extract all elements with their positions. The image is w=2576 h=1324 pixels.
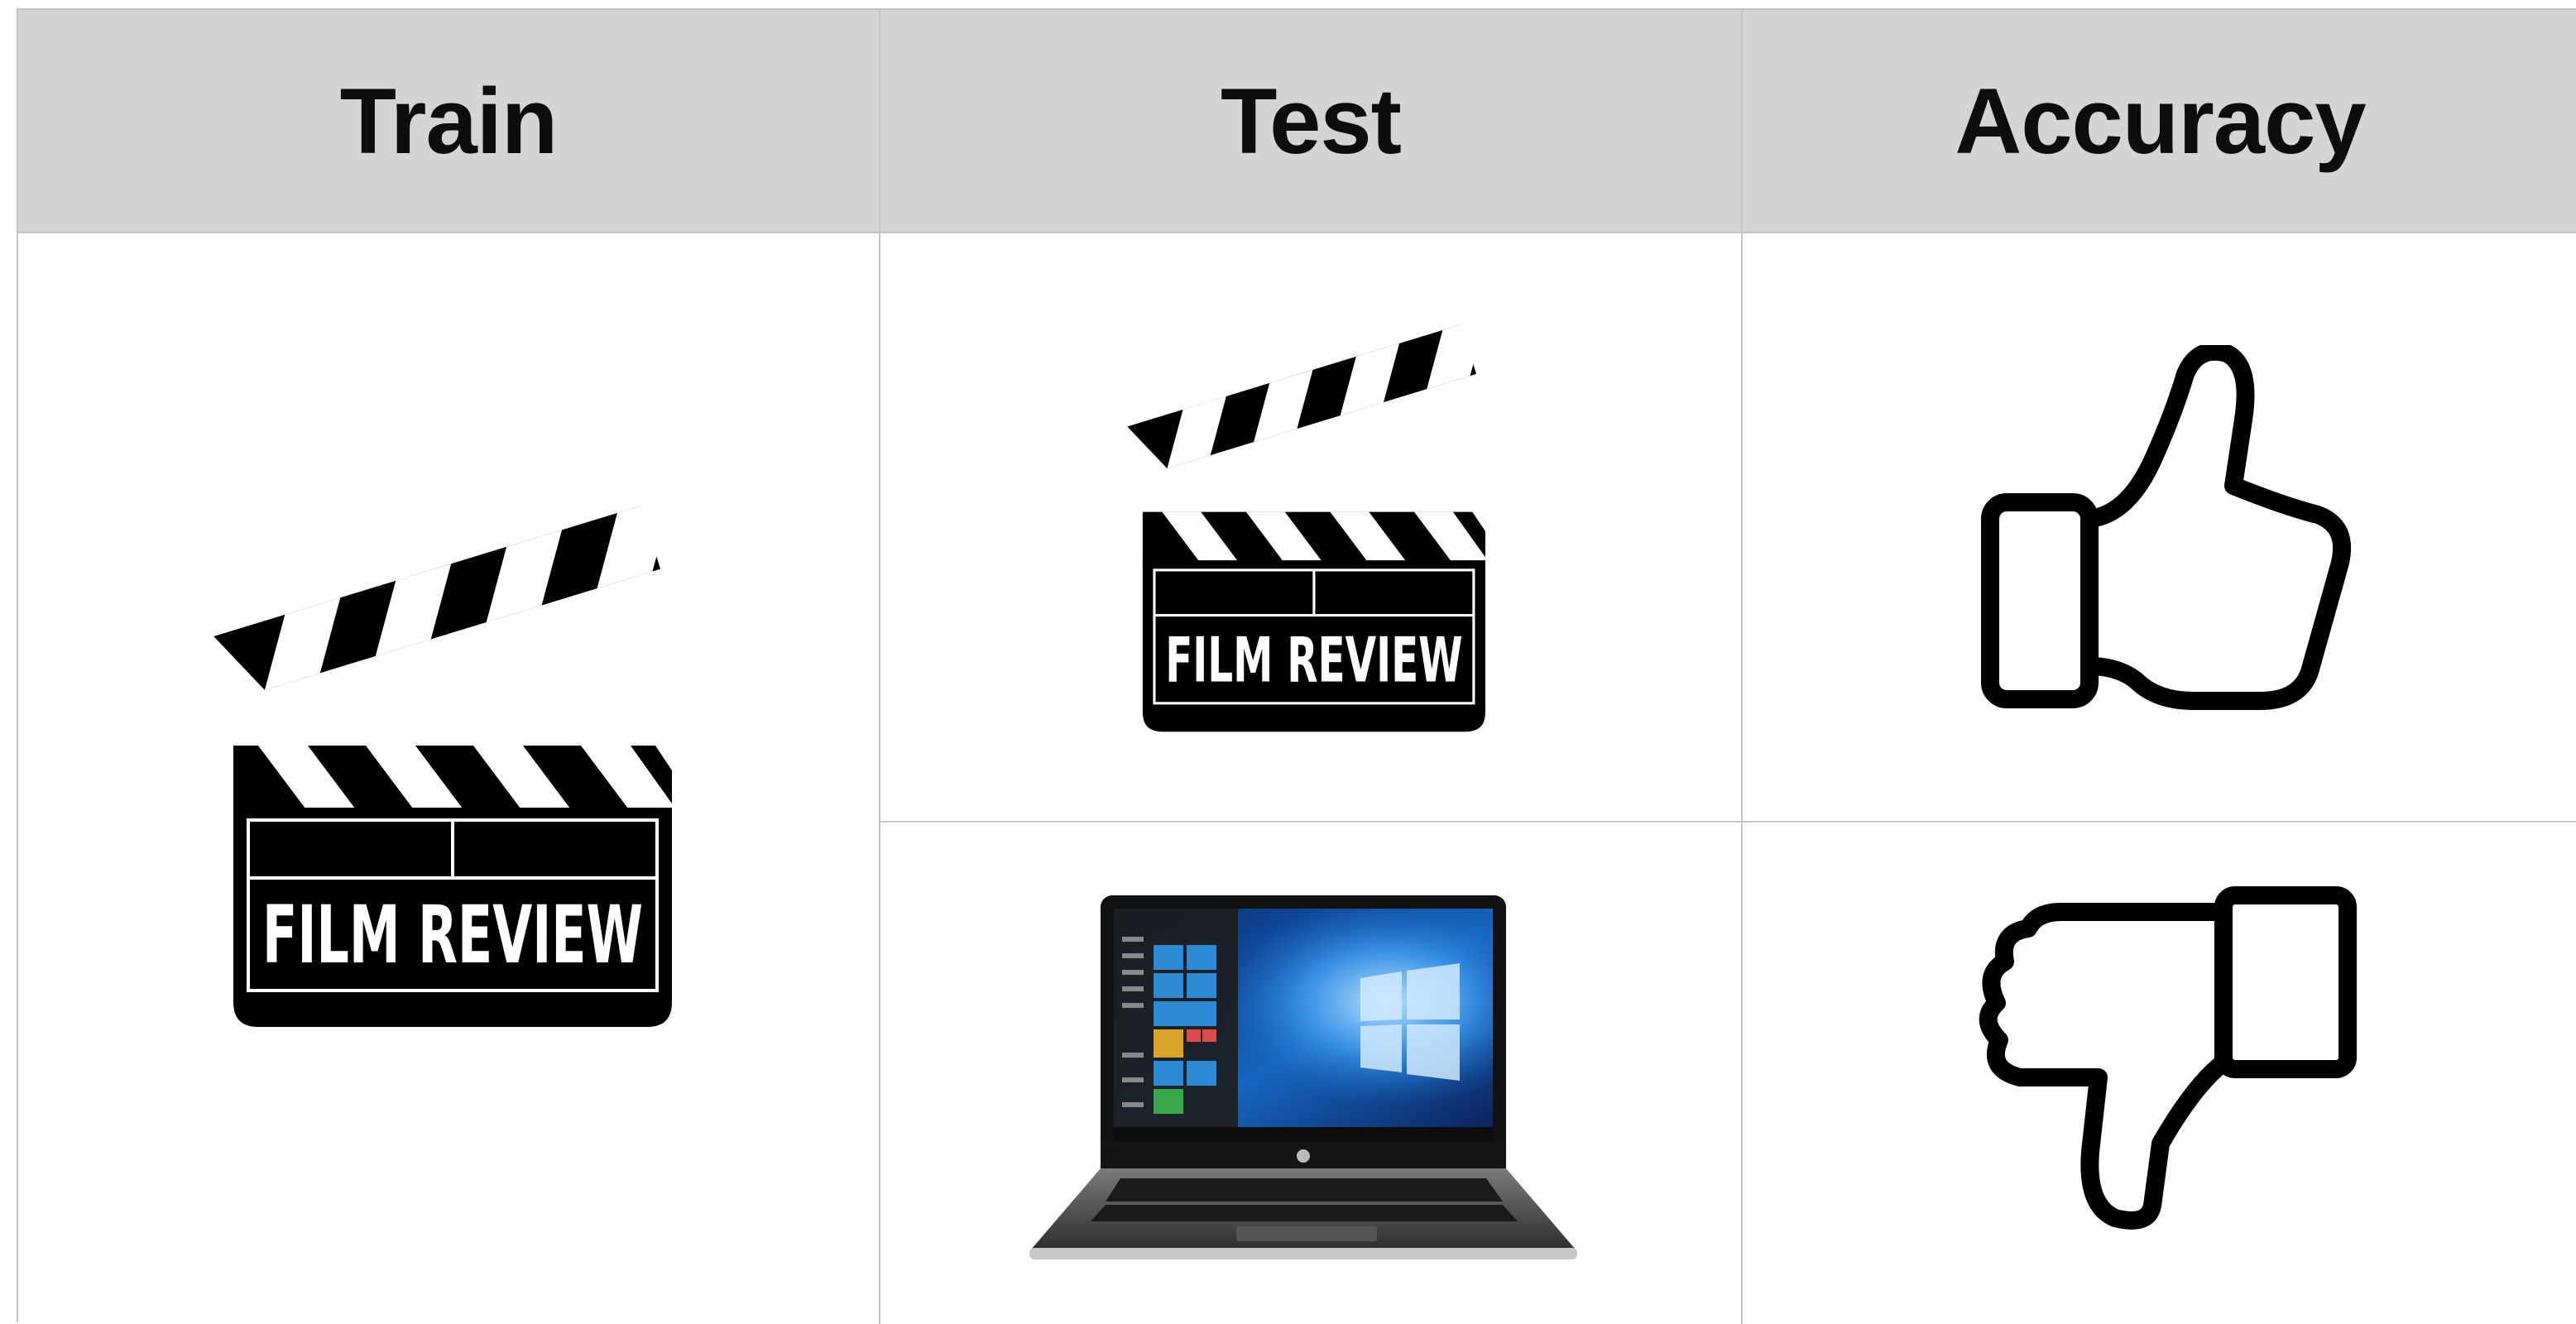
laptop-icon: [1029, 895, 1577, 1259]
header-accuracy: Accuracy: [1743, 10, 2576, 233]
test-cell-laptop: [880, 823, 1743, 1324]
header-train: Train: [18, 10, 880, 233]
train-cell: FILM REVIEW: [18, 233, 880, 1324]
clapperboard-label: FILM REVIEW: [262, 889, 643, 981]
accuracy-cell-correct: [1743, 233, 2576, 823]
header-test: Test: [880, 10, 1743, 233]
comparison-table: Train Test Accuracy FILM REVIEW FILM REV…: [17, 8, 2576, 1324]
clapperboard-label: FILM REVIEW: [1165, 623, 1462, 696]
thumbs-up-icon: [1980, 345, 2351, 710]
film-review-clapperboard-icon: FILM REVIEW: [1127, 324, 1486, 732]
film-review-clapperboard-icon: FILM REVIEW: [213, 506, 673, 1027]
thumbs-down-icon: [1979, 886, 2357, 1230]
accuracy-cell-incorrect: [1743, 823, 2576, 1324]
test-cell-film-review: FILM REVIEW: [880, 233, 1743, 823]
